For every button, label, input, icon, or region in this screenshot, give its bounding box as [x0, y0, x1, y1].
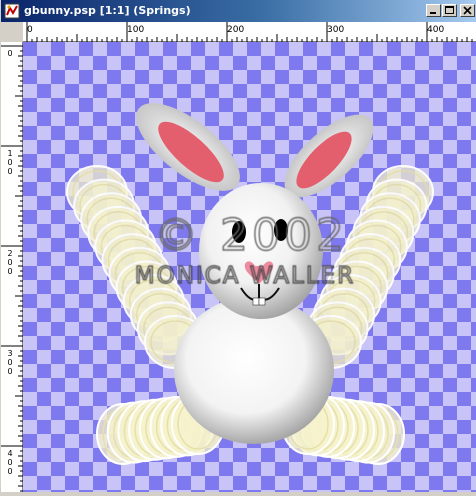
vruler-label-char: 0: [7, 467, 12, 476]
vruler-label-char: 0: [7, 458, 12, 467]
hruler-label-0: 0: [27, 25, 33, 35]
vruler-label-char: 1: [7, 149, 12, 158]
vruler-label-char: 0: [7, 367, 12, 376]
vruler-label-char: 0: [7, 258, 12, 267]
image-window: gbunny.psp [1:1] (Springs) 0 100 200 300…: [0, 0, 476, 496]
minimize-button[interactable]: [426, 4, 441, 17]
vruler-label-char: 0: [7, 267, 12, 276]
title-bar[interactable]: gbunny.psp [1:1] (Springs): [1, 0, 476, 22]
maximize-button[interactable]: [442, 4, 457, 17]
window-title: gbunny.psp [1:1] (Springs): [24, 4, 191, 17]
vertical-ruler[interactable]: 0100200300400: [1, 42, 23, 496]
maximize-icon: [445, 6, 454, 14]
watermark-year: © 2002: [154, 210, 348, 261]
ruler-corner: [1, 22, 23, 42]
vruler-label-char: 0: [7, 49, 12, 58]
vruler-label-char: 0: [7, 158, 12, 167]
hruler-label-400: 400: [427, 25, 444, 35]
close-icon: [463, 6, 472, 15]
bunny-image: © 2002 MONICA WALLER: [23, 42, 476, 492]
vruler-label-char: 0: [7, 358, 12, 367]
psp-document-icon[interactable]: [4, 3, 20, 19]
vruler-label-char: 0: [7, 167, 12, 176]
tooth-right: [258, 297, 266, 306]
hruler-label-200: 200: [227, 25, 244, 35]
hruler-label-300: 300: [327, 25, 344, 35]
horizontal-ruler[interactable]: 0 100 200 300 400: [23, 22, 476, 42]
image-canvas[interactable]: © 2002 MONICA WALLER: [23, 42, 476, 492]
minimize-icon: [430, 12, 436, 14]
hruler-label-100: 100: [127, 25, 144, 35]
close-button[interactable]: [460, 4, 475, 17]
horizontal-ruler-ticks: [26, 22, 473, 42]
vruler-label-char: 3: [7, 349, 12, 358]
copyright-watermark: © 2002 MONICA WALLER: [134, 209, 355, 289]
tooth-left: [252, 297, 260, 306]
vruler-label-char: 4: [7, 449, 12, 458]
vruler-label-char: 2: [7, 249, 12, 258]
watermark-author: MONICA WALLER: [135, 263, 355, 289]
vertical-ruler-labels: 0100200300400: [7, 49, 12, 476]
